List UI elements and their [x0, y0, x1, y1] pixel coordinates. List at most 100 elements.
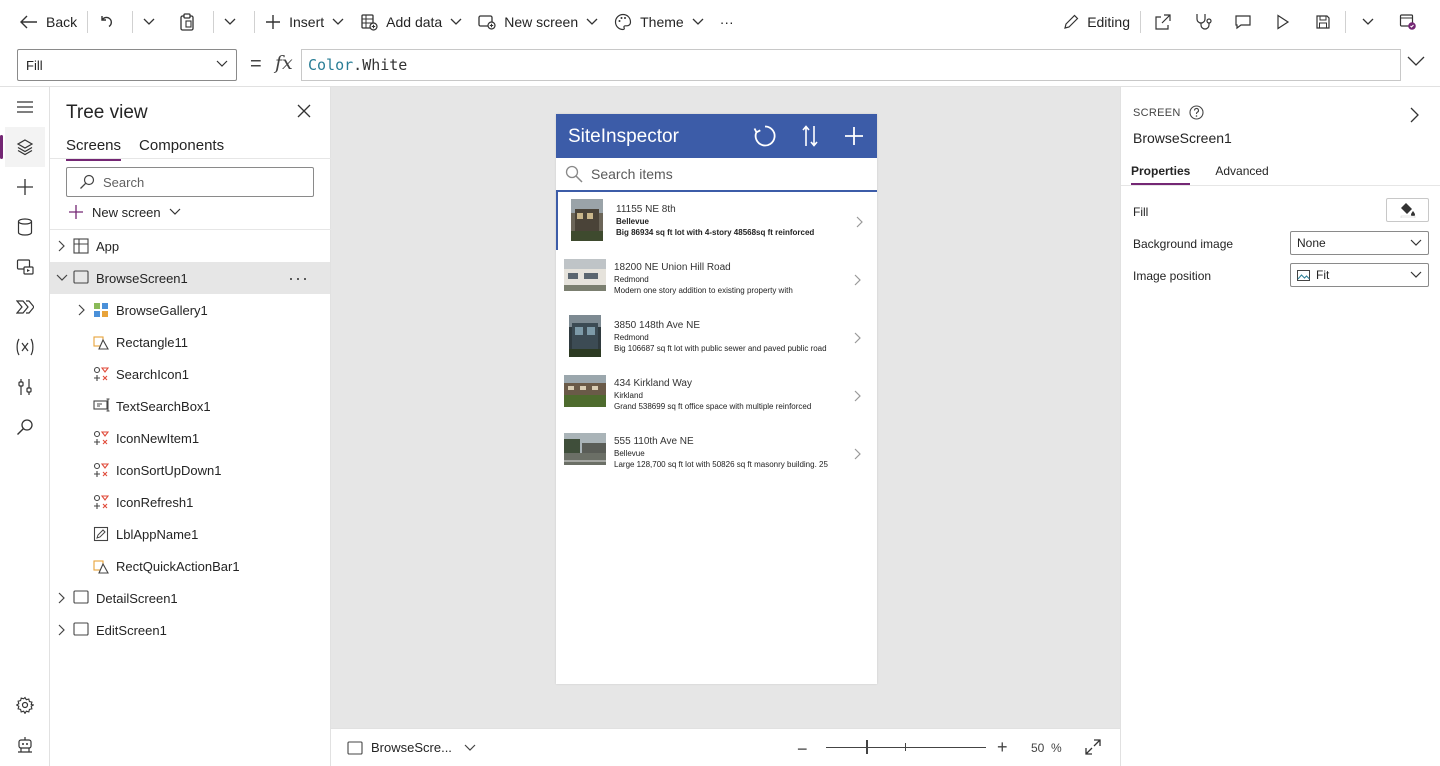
- tree-node-app[interactable]: App: [50, 230, 330, 262]
- formula-object: Color: [308, 56, 354, 74]
- zoom-slider-thumb[interactable]: [866, 740, 868, 754]
- tree-node-label: IconRefresh1: [116, 495, 194, 510]
- tree-node-browsescreen1[interactable]: BrowseScreen1 ···: [50, 262, 330, 294]
- zoom-out-button[interactable]: −: [797, 739, 808, 760]
- tab-properties[interactable]: Properties: [1131, 164, 1191, 185]
- tree-node-editscreen1[interactable]: EditScreen1: [50, 614, 330, 646]
- image-position-dropdown[interactable]: Fit: [1290, 263, 1429, 287]
- chevron-right-icon[interactable]: [854, 332, 861, 344]
- rail-variables[interactable]: [5, 327, 45, 367]
- palette-icon: [615, 13, 632, 31]
- tree-node-iconrefresh1[interactable]: IconRefresh1: [50, 486, 330, 518]
- tree-node-searchicon1[interactable]: SearchIcon1: [50, 358, 330, 390]
- property-thumbnail: [571, 199, 603, 241]
- hamburger-button[interactable]: [5, 87, 45, 127]
- tree-node-label: TextSearchBox1: [116, 399, 211, 414]
- app-name-label[interactable]: SiteInspector: [568, 126, 679, 148]
- tree-search-input[interactable]: Search: [66, 167, 314, 197]
- design-canvas[interactable]: SiteInspector Search items 11155 NE 8th …: [331, 87, 1120, 728]
- app-checker-button[interactable]: [1183, 0, 1223, 44]
- database-add-icon: [361, 14, 378, 31]
- rail-media[interactable]: [5, 247, 45, 287]
- preview-button[interactable]: [1263, 0, 1303, 44]
- tree-node-detailscreen1[interactable]: DetailScreen1: [50, 582, 330, 614]
- add-data-button[interactable]: Add data: [352, 0, 470, 44]
- gallery-item[interactable]: 555 110th Ave NE Bellevue Large 128,700 …: [556, 424, 877, 482]
- gallery-item[interactable]: 11155 NE 8th Bellevue Big 86934 sq ft lo…: [556, 192, 877, 250]
- help-icon[interactable]: [1189, 105, 1204, 120]
- more-commands-button[interactable]: ···: [712, 0, 742, 44]
- tree-node-label: DetailScreen1: [96, 591, 178, 606]
- tree-node-label: App: [96, 239, 120, 254]
- rail-power-automate[interactable]: [5, 287, 45, 327]
- plus-icon: [17, 179, 33, 195]
- app-screen-preview[interactable]: SiteInspector Search items 11155 NE 8th …: [556, 114, 877, 684]
- share-button[interactable]: [1143, 0, 1183, 44]
- chevron-right-icon[interactable]: [56, 592, 68, 604]
- new-item-icon[interactable]: [843, 124, 865, 148]
- theme-button[interactable]: Theme: [606, 0, 712, 44]
- save-button[interactable]: [1303, 0, 1343, 44]
- clipboard-icon: [180, 13, 194, 31]
- rail-tree-view[interactable]: [0, 127, 45, 167]
- rail-virtual-agent[interactable]: [5, 725, 45, 765]
- property-thumbnail: [569, 315, 601, 357]
- expand-formula-button[interactable]: [1407, 56, 1425, 66]
- close-tree-view-button[interactable]: [297, 104, 311, 118]
- rail-advanced-tools[interactable]: [5, 367, 45, 407]
- chevron-right-icon[interactable]: [56, 624, 68, 636]
- tree-node-rectquickactionbar1[interactable]: RectQuickActionBar1: [50, 550, 330, 582]
- tree-node-rectangle11[interactable]: Rectangle11: [50, 326, 330, 358]
- undo-button[interactable]: [90, 0, 130, 44]
- chevron-right-icon[interactable]: [854, 448, 861, 460]
- tree-node-textsearchbox1[interactable]: TextSearchBox1: [50, 390, 330, 422]
- paste-dropdown[interactable]: [216, 0, 252, 44]
- app-header-bar[interactable]: SiteInspector: [556, 114, 877, 158]
- zoom-slider-track[interactable]: [826, 747, 986, 748]
- collapse-panel-button[interactable]: [1410, 107, 1419, 123]
- comments-button[interactable]: [1223, 0, 1263, 44]
- publish-button[interactable]: [1388, 0, 1428, 44]
- screen-icon: [73, 590, 89, 604]
- tab-advanced[interactable]: Advanced: [1215, 164, 1268, 185]
- screen-selector[interactable]: BrowseScre...: [347, 740, 476, 755]
- insert-button[interactable]: Insert: [257, 0, 352, 44]
- tree-new-screen-button[interactable]: New screen: [68, 204, 181, 220]
- background-image-dropdown[interactable]: None: [1290, 231, 1429, 255]
- gallery-item[interactable]: 3850 148th Ave NE Redmond Big 106687 sq …: [556, 308, 877, 366]
- rail-search[interactable]: [5, 407, 45, 447]
- node-more-button[interactable]: ···: [288, 268, 309, 289]
- rail-settings[interactable]: [5, 685, 45, 725]
- rail-insert[interactable]: [5, 167, 45, 207]
- zoom-in-button[interactable]: +: [997, 737, 1008, 758]
- save-dropdown[interactable]: [1348, 0, 1388, 44]
- chevron-right-icon[interactable]: [856, 216, 863, 228]
- chevron-right-icon[interactable]: [76, 304, 88, 316]
- formula-input[interactable]: Color. White: [301, 49, 1401, 81]
- tree-node-lblappname1[interactable]: LblAppName1: [50, 518, 330, 550]
- refresh-icon[interactable]: [753, 124, 777, 148]
- back-button[interactable]: Back: [0, 0, 85, 44]
- chevron-right-icon[interactable]: [854, 390, 861, 402]
- search-icon: [17, 419, 33, 435]
- new-screen-button[interactable]: New screen: [470, 0, 606, 44]
- tree-node-iconsortupdown1[interactable]: IconSortUpDown1: [50, 454, 330, 486]
- property-dropdown[interactable]: Fill: [17, 49, 237, 81]
- tree-node-browsegallery1[interactable]: BrowseGallery1: [50, 294, 330, 326]
- chevron-right-icon[interactable]: [56, 240, 68, 252]
- fit-to-window-button[interactable]: [1085, 739, 1101, 755]
- gallery-item[interactable]: 434 Kirkland Way Kirkland Grand 538699 s…: [556, 366, 877, 424]
- gallery-item[interactable]: 18200 NE Union Hill Road Redmond Modern …: [556, 250, 877, 308]
- rail-data[interactable]: [5, 207, 45, 247]
- back-label: Back: [46, 14, 78, 30]
- tree-node-iconnewitem1[interactable]: IconNewItem1: [50, 422, 330, 454]
- chevron-right-icon[interactable]: [854, 274, 861, 286]
- fill-color-picker[interactable]: [1386, 198, 1429, 222]
- zoom-value[interactable]: 50: [1031, 741, 1044, 755]
- undo-dropdown[interactable]: [135, 0, 171, 44]
- sort-up-down-icon[interactable]: [802, 124, 818, 148]
- chevron-down-icon[interactable]: [56, 272, 68, 284]
- app-search-box[interactable]: Search items: [556, 158, 877, 192]
- editing-mode-button[interactable]: Editing: [1055, 0, 1138, 44]
- paste-button[interactable]: [171, 0, 211, 44]
